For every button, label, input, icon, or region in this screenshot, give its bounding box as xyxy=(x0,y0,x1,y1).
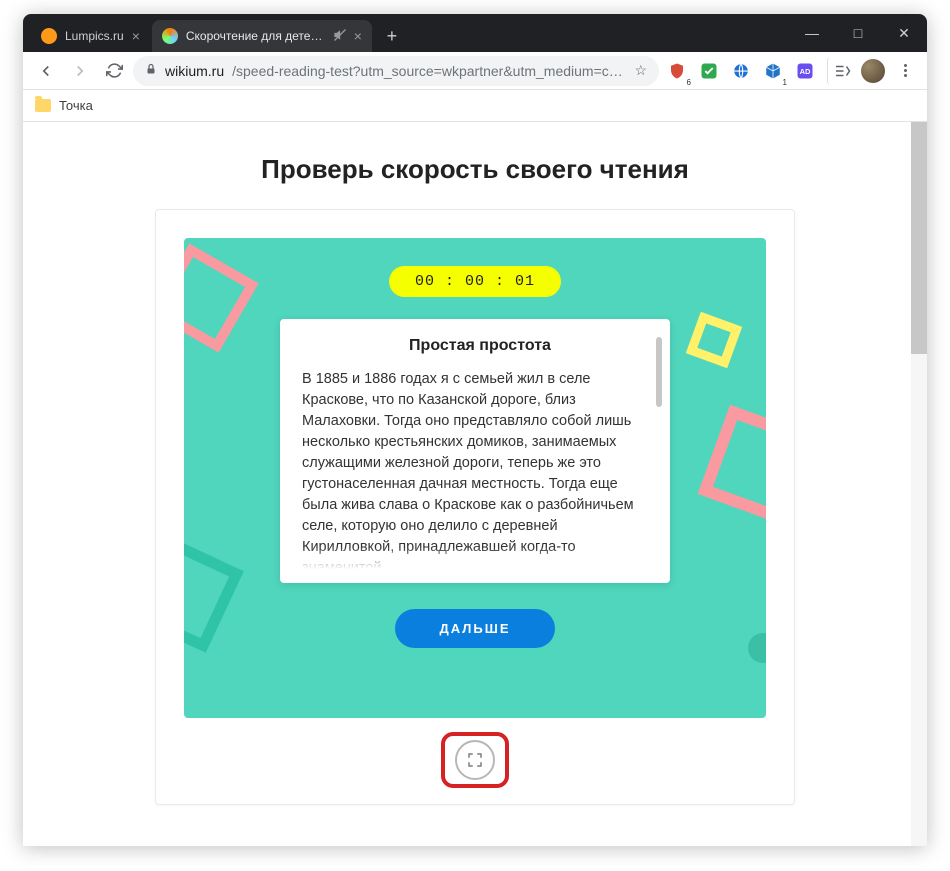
tab-strip: Lumpics.ru × Скорочтение для детей и в… … xyxy=(23,14,927,52)
lock-icon xyxy=(145,62,157,79)
fullscreen-button[interactable] xyxy=(455,740,495,780)
back-button[interactable] xyxy=(31,56,61,86)
url-domain: wikium.ru xyxy=(165,63,224,79)
fullscreen-wrap xyxy=(184,732,766,788)
favicon-wikium xyxy=(162,28,178,44)
reading-stage: 00 : 00 : 01 Простая простота В 1885 и 1… xyxy=(184,238,766,718)
bookmarks-bar: Точка xyxy=(23,90,927,122)
page-content: Проверь скорость своего чтения 00 : 00 :… xyxy=(23,122,927,805)
close-icon[interactable]: × xyxy=(132,28,140,44)
tab-label: Скорочтение для детей и в… xyxy=(186,29,326,43)
menu-button[interactable] xyxy=(891,57,919,85)
test-card: 00 : 00 : 01 Простая простота В 1885 и 1… xyxy=(155,209,795,805)
new-tab-button[interactable]: + xyxy=(378,22,406,50)
folder-icon xyxy=(35,99,51,112)
decor-square-yellow xyxy=(686,312,742,368)
decor-square-pink-2 xyxy=(698,405,766,527)
reload-button[interactable] xyxy=(99,56,129,86)
decor-square-pink xyxy=(184,243,259,352)
ext-badge: 1 xyxy=(781,78,789,87)
close-window-button[interactable]: ✕ xyxy=(881,14,927,52)
svg-text:AD: AD xyxy=(800,67,811,76)
scrollbar-thumb[interactable] xyxy=(911,122,927,354)
bookmark-star-icon[interactable]: ☆ xyxy=(634,62,647,79)
reading-heading: Простая простота xyxy=(302,337,658,355)
next-button[interactable]: ДАЛЬШЕ xyxy=(395,609,554,648)
timer-badge: 00 : 00 : 01 xyxy=(389,266,561,297)
reading-text-card: Простая простота В 1885 и 1886 годах я с… xyxy=(280,319,670,583)
profile-avatar[interactable] xyxy=(859,57,887,85)
bookmark-item[interactable]: Точка xyxy=(59,98,93,113)
forward-button xyxy=(65,56,95,86)
browser-window: Lumpics.ru × Скорочтение для детей и в… … xyxy=(23,14,927,846)
viewport: Проверь скорость своего чтения 00 : 00 :… xyxy=(23,122,927,846)
ext-cube-icon[interactable]: 1 xyxy=(759,57,787,85)
toolbar: wikium.ru/speed-reading-test?utm_source=… xyxy=(23,52,927,90)
ext-badge: 6 xyxy=(685,78,693,87)
ext-check-icon[interactable] xyxy=(695,57,723,85)
mute-icon[interactable] xyxy=(334,28,346,44)
tab-label: Lumpics.ru xyxy=(65,29,124,43)
ext-ad-icon[interactable]: AD xyxy=(791,57,819,85)
tab-wikium[interactable]: Скорочтение для детей и в… × xyxy=(152,20,372,52)
url-path: /speed-reading-test?utm_source=wkpartner… xyxy=(232,63,626,79)
tab-lumpics[interactable]: Lumpics.ru × xyxy=(31,20,150,52)
favicon-lumpics xyxy=(41,28,57,44)
ext-globe-icon[interactable] xyxy=(727,57,755,85)
highlight-callout xyxy=(441,732,509,788)
maximize-button[interactable]: □ xyxy=(835,14,881,52)
minimize-button[interactable]: — xyxy=(789,14,835,52)
ext-shield-icon[interactable]: 6 xyxy=(663,57,691,85)
reading-list-icon[interactable] xyxy=(827,57,855,85)
decor-square-green xyxy=(184,533,244,653)
close-icon[interactable]: × xyxy=(354,28,362,44)
reading-body[interactable]: В 1885 и 1886 годах я с семьей жил в сел… xyxy=(302,369,658,569)
window-controls: — □ ✕ xyxy=(789,14,927,52)
address-bar[interactable]: wikium.ru/speed-reading-test?utm_source=… xyxy=(133,56,659,86)
page-title: Проверь скорость своего чтения xyxy=(63,154,887,185)
decor-circle xyxy=(748,633,766,663)
